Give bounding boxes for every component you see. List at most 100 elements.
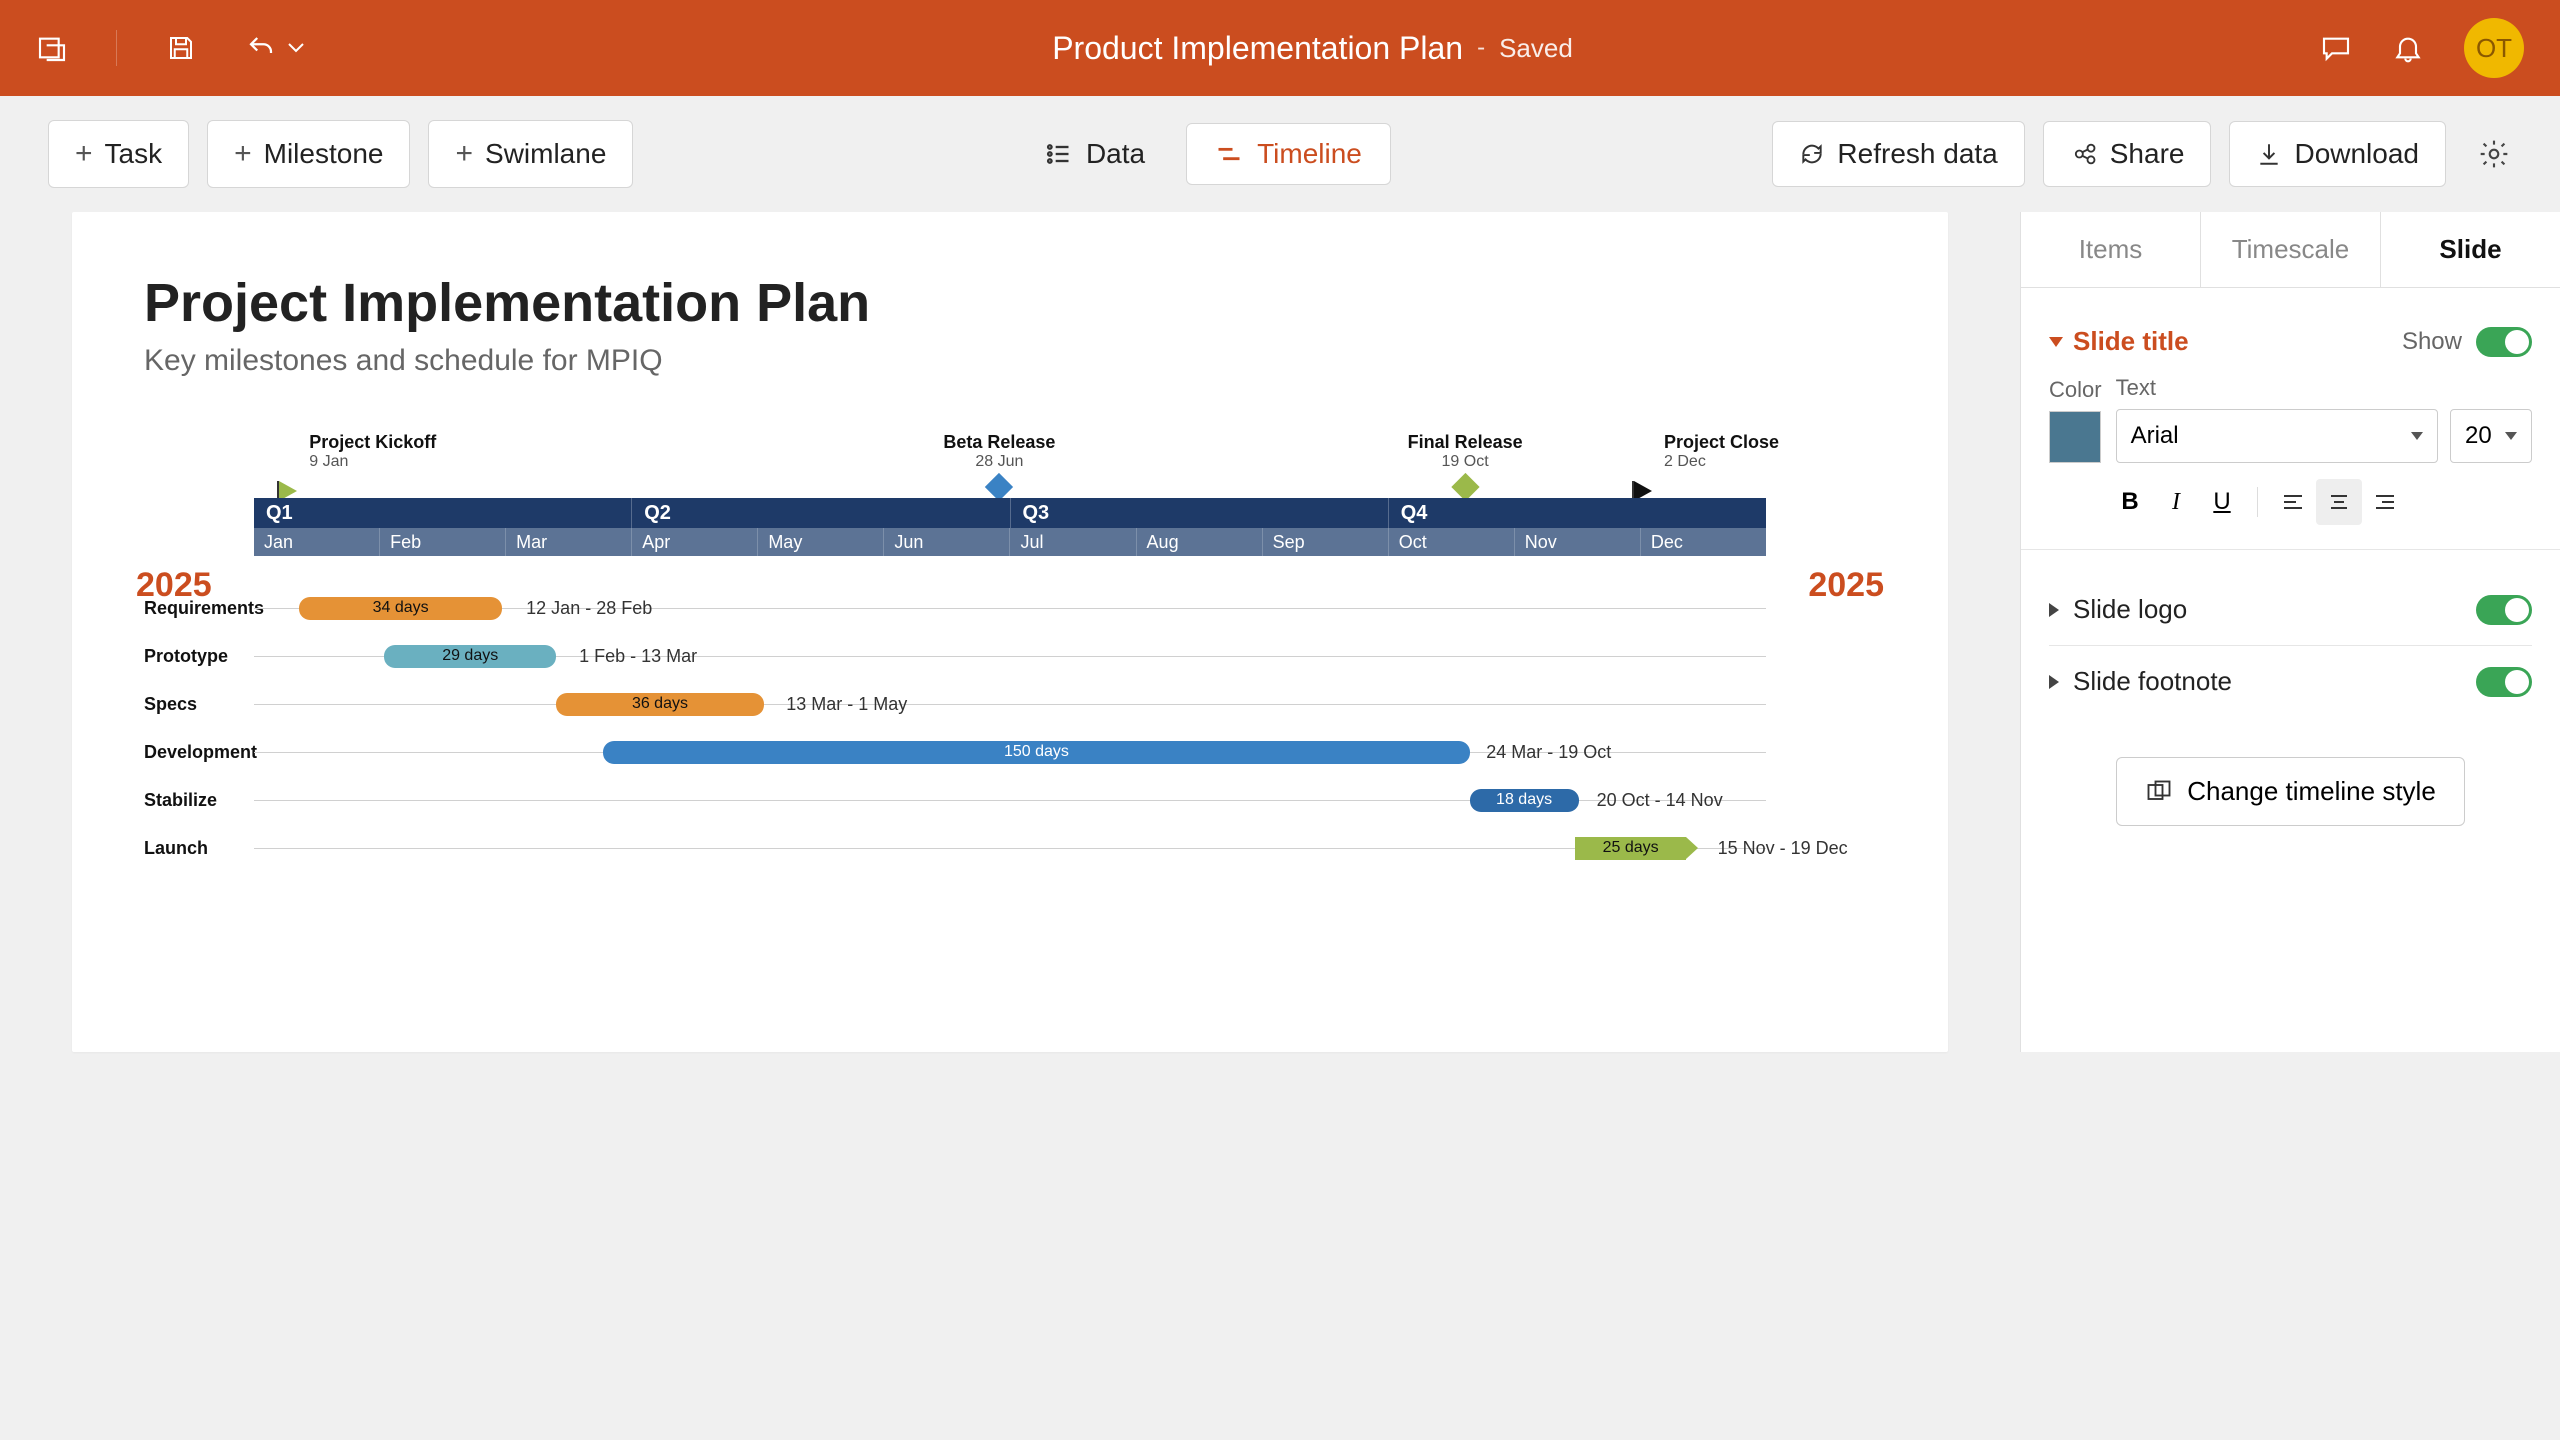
show-footnote-toggle[interactable] bbox=[2476, 667, 2532, 697]
month-cell: Jan bbox=[254, 528, 380, 556]
month-cell: Jul bbox=[1010, 528, 1136, 556]
bold-button[interactable]: B bbox=[2107, 479, 2153, 525]
task-row[interactable]: Stabilize 18 days 20 Oct - 14 Nov bbox=[144, 776, 1766, 824]
milestone-beta[interactable]: Beta Release 28 Jun bbox=[943, 432, 1055, 497]
bell-icon[interactable] bbox=[2392, 32, 2424, 64]
milestone-name: Project Kickoff bbox=[309, 432, 436, 453]
milestone-close[interactable]: Project Close 2 Dec bbox=[1642, 432, 1779, 471]
slide-title-section-header[interactable]: Slide title Show bbox=[2049, 316, 2532, 375]
task-row[interactable]: Specs 36 days 13 Mar - 1 May bbox=[144, 680, 1766, 728]
show-logo-toggle[interactable] bbox=[2476, 595, 2532, 625]
main-area: Project Implementation Plan Key mileston… bbox=[0, 212, 2560, 1052]
plus-icon: + bbox=[234, 137, 252, 171]
task-label: Launch bbox=[144, 838, 254, 859]
task-row[interactable]: Launch 25 days 15 Nov - 19 Dec bbox=[144, 824, 1766, 872]
task-row[interactable]: Prototype 29 days 1 Feb - 13 Mar bbox=[144, 632, 1766, 680]
change-timeline-style-button[interactable]: Change timeline style bbox=[2116, 757, 2465, 826]
app-header: Product Implementation Plan - Saved OT bbox=[0, 0, 2560, 96]
align-left-button[interactable] bbox=[2270, 479, 2316, 525]
add-milestone-label: Milestone bbox=[264, 138, 384, 170]
align-right-button[interactable] bbox=[2362, 479, 2408, 525]
download-button[interactable]: Download bbox=[2229, 121, 2446, 187]
task-bar[interactable]: 150 days bbox=[603, 741, 1469, 764]
font-size-value: 20 bbox=[2465, 422, 2492, 450]
task-dates: 20 Oct - 14 Nov bbox=[1597, 790, 1723, 811]
milestone-final[interactable]: Final Release 19 Oct bbox=[1408, 432, 1523, 497]
download-icon bbox=[2256, 141, 2282, 167]
add-milestone-button[interactable]: + Milestone bbox=[207, 120, 410, 188]
file-icon[interactable] bbox=[36, 32, 68, 64]
font-select[interactable]: Arial bbox=[2116, 409, 2438, 463]
toolbar-add-group: + Task + Milestone + Swimlane bbox=[48, 120, 633, 188]
tab-slide[interactable]: Slide bbox=[2381, 212, 2560, 287]
chevron-down-icon bbox=[2505, 432, 2517, 440]
slide-logo-section[interactable]: Slide logo bbox=[2049, 574, 2532, 646]
month-row: Jan Feb Mar Apr May Jun Jul Aug Sep Oct … bbox=[254, 528, 1766, 556]
task-row[interactable]: Requirements 34 days 12 Jan - 28 Feb bbox=[144, 584, 1766, 632]
add-task-button[interactable]: + Task bbox=[48, 120, 189, 188]
slide-footnote-section[interactable]: Slide footnote bbox=[2049, 646, 2532, 717]
data-view-button[interactable]: Data bbox=[1015, 123, 1174, 185]
text-style-row: B I U bbox=[2107, 479, 2532, 525]
tab-timescale[interactable]: Timescale bbox=[2201, 212, 2381, 287]
task-row[interactable]: Development 150 days 24 Mar - 19 Oct bbox=[144, 728, 1766, 776]
style-separator bbox=[2257, 487, 2258, 517]
divider bbox=[2021, 549, 2560, 550]
document-title[interactable]: Product Implementation Plan bbox=[1052, 30, 1463, 67]
color-label: Color bbox=[2049, 377, 2102, 403]
section-title: Slide title bbox=[2049, 326, 2189, 357]
quarter-cell: Q3 bbox=[1011, 498, 1389, 528]
font-value: Arial bbox=[2131, 422, 2179, 450]
data-view-label: Data bbox=[1086, 138, 1145, 170]
style-icon bbox=[2145, 778, 2173, 806]
task-rows: Requirements 34 days 12 Jan - 28 Feb Pro… bbox=[144, 584, 1766, 872]
task-dates: 15 Nov - 19 Dec bbox=[1718, 838, 1848, 859]
avatar[interactable]: OT bbox=[2464, 18, 2524, 78]
underline-button[interactable]: U bbox=[2199, 479, 2245, 525]
refresh-button[interactable]: Refresh data bbox=[1772, 121, 2024, 187]
italic-button[interactable]: I bbox=[2153, 479, 2199, 525]
chevron-right-icon bbox=[2049, 675, 2059, 689]
font-size-select[interactable]: 20 bbox=[2450, 409, 2532, 463]
task-dates: 13 Mar - 1 May bbox=[786, 694, 907, 715]
color-swatch[interactable] bbox=[2049, 411, 2101, 463]
section-title-label: Slide title bbox=[2073, 326, 2189, 357]
color-control: Color bbox=[2049, 377, 2102, 463]
add-swimlane-button[interactable]: + Swimlane bbox=[428, 120, 633, 188]
undo-icon[interactable] bbox=[245, 32, 277, 64]
text-control: Text Arial 20 bbox=[2116, 375, 2532, 463]
task-track: 25 days 15 Nov - 19 Dec bbox=[254, 848, 1766, 849]
download-label: Download bbox=[2294, 138, 2419, 170]
task-label: Development bbox=[144, 742, 254, 763]
header-left bbox=[36, 30, 305, 66]
task-bar[interactable]: 25 days bbox=[1575, 837, 1685, 860]
milestone-kickoff[interactable]: Project Kickoff 9 Jan bbox=[287, 432, 436, 471]
tab-items[interactable]: Items bbox=[2021, 212, 2201, 287]
gear-icon[interactable] bbox=[2476, 136, 2512, 172]
task-bar[interactable]: 18 days bbox=[1470, 789, 1579, 812]
refresh-label: Refresh data bbox=[1837, 138, 1997, 170]
chevron-down-icon bbox=[2411, 432, 2423, 440]
task-bar[interactable]: 34 days bbox=[299, 597, 502, 620]
save-icon[interactable] bbox=[165, 32, 197, 64]
task-bar[interactable]: 29 days bbox=[384, 645, 556, 668]
timeline-view-button[interactable]: Timeline bbox=[1186, 123, 1391, 185]
chevron-right-icon bbox=[2049, 603, 2059, 617]
header-divider bbox=[116, 30, 117, 66]
show-title-toggle[interactable] bbox=[2476, 327, 2532, 357]
comment-icon[interactable] bbox=[2320, 32, 2352, 64]
milestone-name: Final Release bbox=[1408, 432, 1523, 453]
panel-body: Slide title Show Color Text Arial bbox=[2021, 288, 2560, 854]
share-button[interactable]: Share bbox=[2043, 121, 2212, 187]
month-cell: Oct bbox=[1389, 528, 1515, 556]
undo-chevron-icon[interactable] bbox=[287, 42, 305, 54]
undo-group bbox=[245, 32, 305, 64]
change-style-label: Change timeline style bbox=[2187, 776, 2436, 807]
slide-canvas[interactable]: Project Implementation Plan Key mileston… bbox=[72, 212, 1948, 1052]
task-bar[interactable]: 36 days bbox=[556, 693, 763, 716]
slide-logo-label: Slide logo bbox=[2073, 594, 2187, 625]
refresh-icon bbox=[1799, 141, 1825, 167]
align-center-button[interactable] bbox=[2316, 479, 2362, 525]
view-switcher: Data Timeline bbox=[633, 123, 1772, 185]
quarter-cell: Q1 bbox=[254, 498, 632, 528]
